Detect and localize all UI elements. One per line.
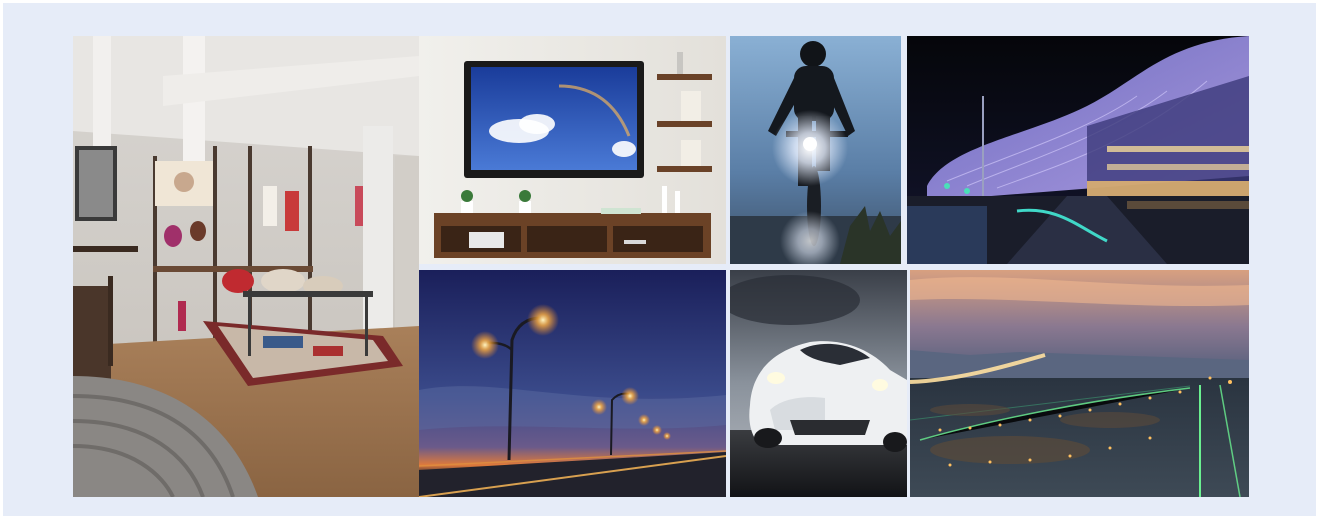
retail-store-interior-photo — [73, 36, 419, 497]
white-sports-car-photo — [730, 270, 907, 497]
airport-runway-lights-photo — [910, 270, 1249, 497]
collage-frame — [3, 3, 1316, 516]
living-room-tv-photo — [419, 36, 726, 264]
street-lights-dusk-icon — [419, 270, 726, 497]
street-lights-dusk-photo — [419, 270, 726, 497]
white-sports-car-icon — [730, 270, 907, 497]
illuminated-hotel-photo — [907, 36, 1249, 264]
airport-runway-lights-icon — [910, 270, 1249, 497]
retail-store-interior-icon — [73, 36, 419, 497]
night-cyclist-headlight-icon — [730, 36, 901, 264]
illuminated-hotel-night-icon — [907, 36, 1249, 264]
living-room-tv-icon — [419, 36, 726, 264]
night-cyclist-photo — [730, 36, 901, 264]
